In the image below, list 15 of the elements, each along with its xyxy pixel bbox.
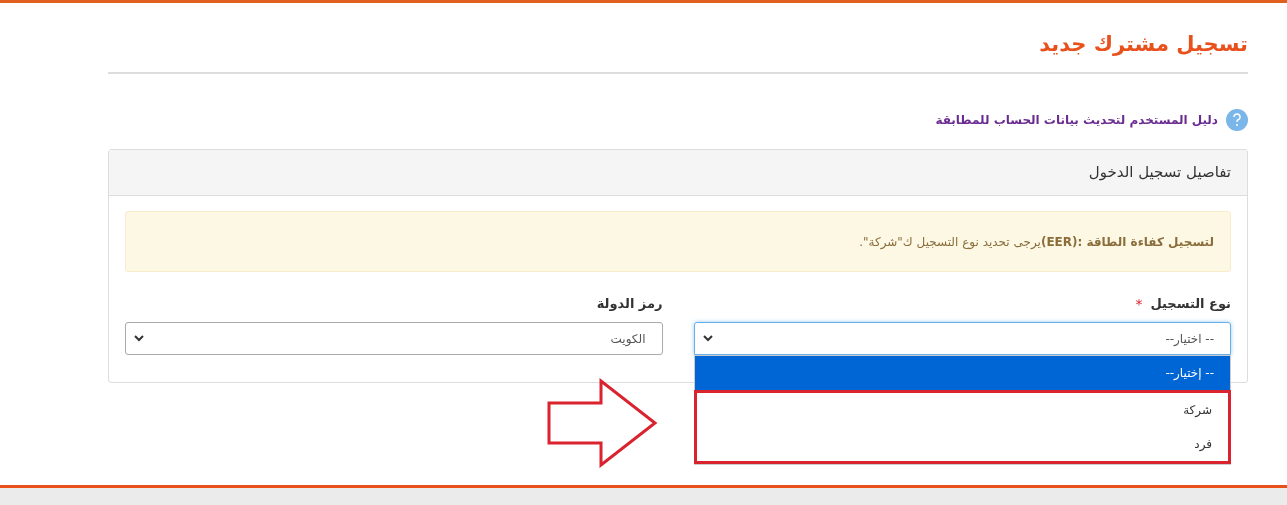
select-field[interactable]: -- اختيار-- (693, 322, 1231, 355)
select-field[interactable]: الكويت (125, 322, 663, 355)
select-value: الكويت (610, 330, 646, 348)
field-label: رمز الدولة (596, 295, 663, 314)
page-title: تسجيل مشترك جديد (1038, 31, 1248, 58)
required-mark: * (1135, 294, 1143, 314)
chevron-icon (702, 335, 713, 342)
select-value: -- اختيار-- (1165, 330, 1214, 348)
dropdown-option[interactable]: -- إختيار-- (694, 356, 1230, 390)
field-label: نوع التسجيل (1150, 295, 1231, 314)
help-icon (1226, 109, 1248, 131)
help-link[interactable]: دليل المستخدم لتحديث بيانات الحساب للمطابقة (935, 111, 1218, 129)
chevron-icon (134, 335, 144, 342)
panel-title: تفاصيل تسجيل الدخول (1088, 162, 1231, 184)
alert-message: لتسجيل كفاءة الطاقة :(EER)يرجى تحديد نوع التسجيل ك"شركة". (125, 211, 1231, 272)
